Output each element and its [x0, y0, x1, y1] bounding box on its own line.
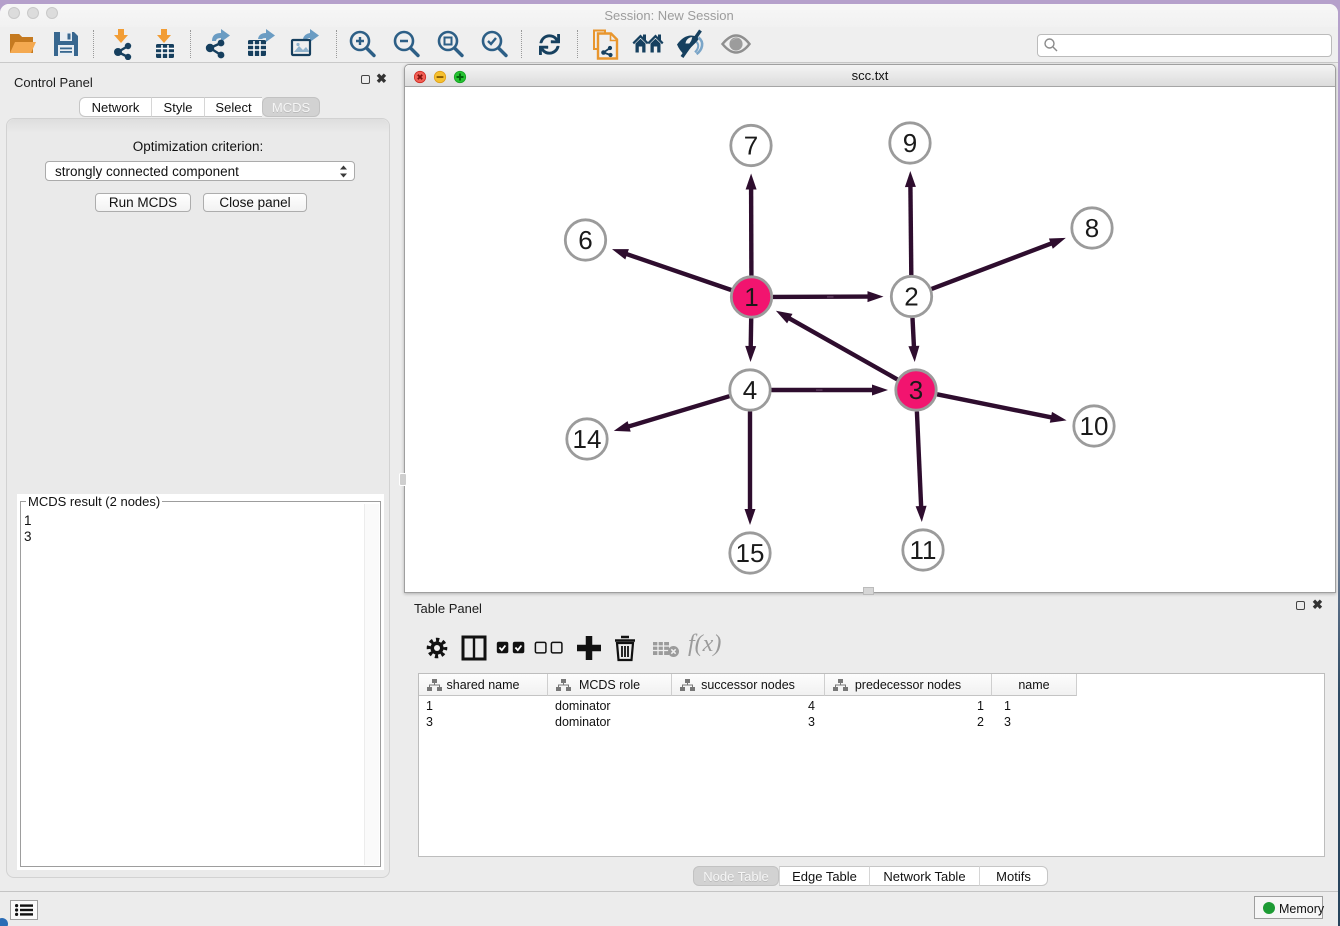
- svg-text:2: 2: [904, 282, 918, 312]
- svg-text:15: 15: [736, 538, 765, 568]
- svg-text:14: 14: [573, 424, 602, 454]
- svg-text:8: 8: [1085, 213, 1099, 243]
- svg-text:6: 6: [578, 225, 592, 255]
- svg-text:9: 9: [903, 128, 917, 158]
- svg-text:7: 7: [744, 131, 758, 161]
- svg-text:10: 10: [1080, 411, 1109, 441]
- svg-text:1: 1: [744, 282, 758, 312]
- svg-text:11: 11: [910, 535, 937, 565]
- svg-text:4: 4: [743, 375, 757, 405]
- svg-text:3: 3: [909, 375, 923, 405]
